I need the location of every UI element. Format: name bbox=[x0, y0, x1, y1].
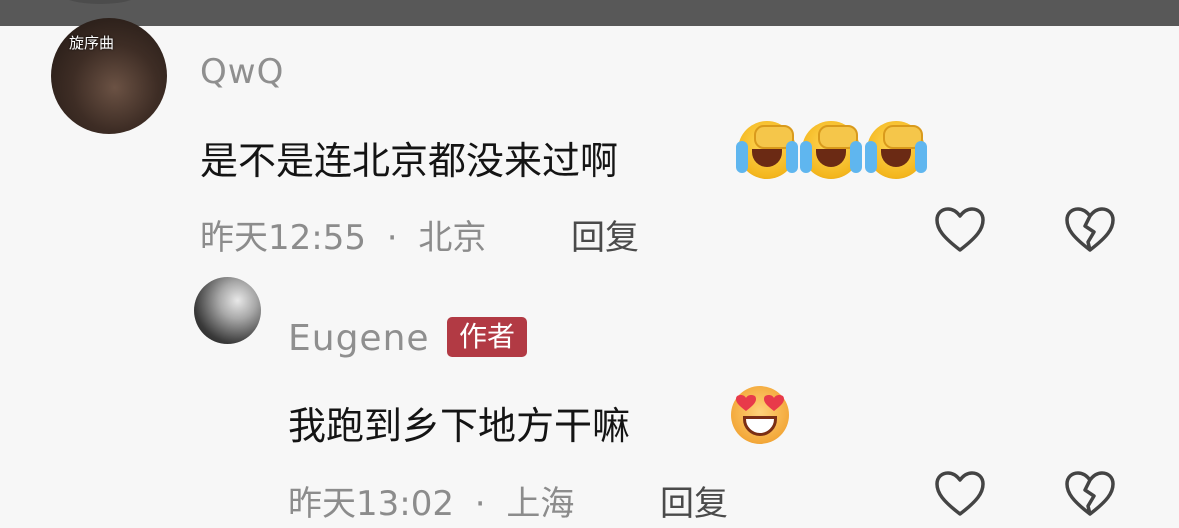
cry-laugh-face-icon bbox=[736, 121, 798, 179]
reply-button[interactable]: 回复 bbox=[571, 210, 639, 259]
comment-text: 是不是连北京都没来过啊 bbox=[200, 139, 619, 183]
comment-time: 昨天13:02 bbox=[288, 484, 454, 524]
top-bar-avatar-edge bbox=[60, 0, 140, 4]
username[interactable]: QwQ bbox=[200, 52, 284, 92]
like-heart-icon[interactable] bbox=[933, 206, 987, 254]
cry-laugh-face-icon bbox=[800, 121, 862, 179]
avatar-caption: 旋序曲 bbox=[69, 34, 115, 52]
comment-location: 北京 bbox=[418, 218, 487, 258]
meta-separator: · bbox=[386, 218, 398, 258]
author-badge: 作者 bbox=[447, 317, 528, 357]
heart-eyes-face-icon bbox=[731, 386, 789, 444]
like-heart-icon[interactable] bbox=[933, 470, 987, 518]
comment-location: 上海 bbox=[506, 484, 575, 524]
comment-meta: 昨天13:02 · 上海 bbox=[288, 476, 574, 525]
cry-laugh-face-icon bbox=[865, 121, 927, 179]
top-bar bbox=[0, 0, 1179, 26]
reply-button[interactable]: 回复 bbox=[660, 476, 728, 525]
broken-heart-icon[interactable] bbox=[1063, 470, 1117, 518]
avatar[interactable]: 旋序曲 bbox=[51, 18, 167, 134]
comment-meta: 昨天12:55 · 北京 bbox=[200, 210, 486, 259]
avatar[interactable] bbox=[194, 277, 261, 344]
comment-time: 昨天12:55 bbox=[200, 218, 366, 258]
broken-heart-icon[interactable] bbox=[1063, 206, 1117, 254]
meta-separator: · bbox=[474, 484, 486, 524]
comment-text: 我跑到乡下地方干嘛 bbox=[288, 404, 631, 448]
username[interactable]: Eugene bbox=[288, 318, 430, 359]
